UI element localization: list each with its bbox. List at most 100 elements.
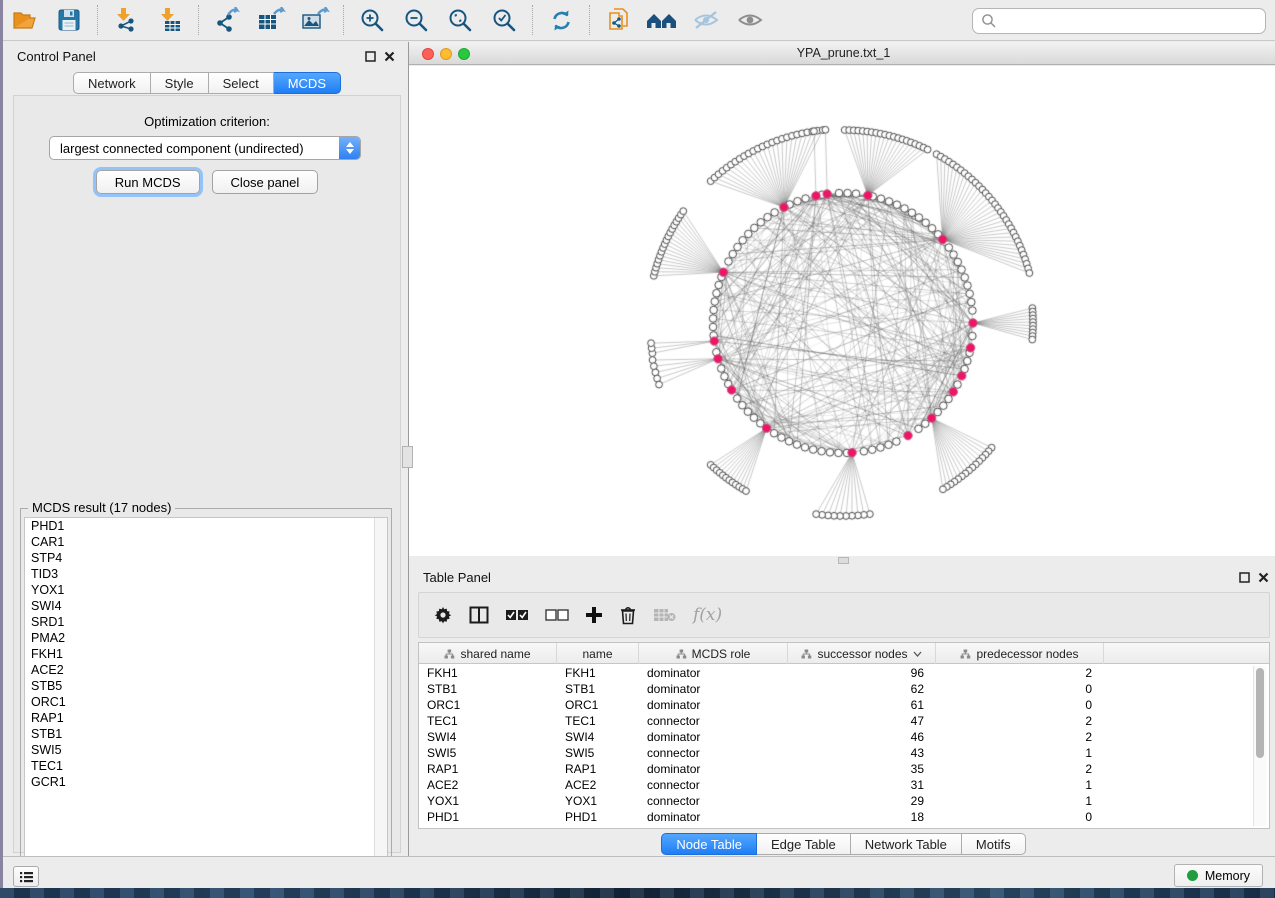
- zoom-fit-icon[interactable]: [443, 5, 477, 35]
- cell-predecessor_nodes[interactable]: 0: [936, 681, 1104, 697]
- mcds-result-item[interactable]: STB5: [25, 678, 387, 694]
- table-row-FKH1[interactable]: FKH1FKH1dominator962: [419, 665, 1269, 681]
- duplicate-network-icon[interactable]: [601, 5, 635, 35]
- cell-mcds_role[interactable]: connector: [639, 793, 788, 809]
- cell-name[interactable]: ACE2: [557, 777, 639, 793]
- cell-name[interactable]: RAP1: [557, 761, 639, 777]
- mcds-result-item[interactable]: YOX1: [25, 582, 387, 598]
- cell-predecessor_nodes[interactable]: 0: [936, 697, 1104, 713]
- table-tab-edge-table[interactable]: Edge Table: [757, 833, 851, 855]
- cell-shared_name[interactable]: RAP1: [419, 761, 557, 777]
- cell-mcds_role[interactable]: dominator: [639, 761, 788, 777]
- tab-network[interactable]: Network: [73, 72, 151, 94]
- search-input[interactable]: [1003, 14, 1265, 29]
- search-box[interactable]: [972, 8, 1266, 34]
- mcds-result-item[interactable]: ACE2: [25, 662, 387, 678]
- table-row-RAP1[interactable]: RAP1RAP1dominator352: [419, 761, 1269, 777]
- cell-mcds_role[interactable]: dominator: [639, 729, 788, 745]
- export-table-icon[interactable]: [254, 5, 288, 35]
- cell-predecessor_nodes[interactable]: 2: [936, 729, 1104, 745]
- table-row-SWI4[interactable]: SWI4SWI4dominator462: [419, 729, 1269, 745]
- zoom-in-icon[interactable]: [355, 5, 389, 35]
- cell-predecessor_nodes[interactable]: 2: [936, 713, 1104, 729]
- select-all-icon[interactable]: [505, 609, 529, 621]
- cell-mcds_role[interactable]: dominator: [639, 697, 788, 713]
- cell-predecessor_nodes[interactable]: 1: [936, 777, 1104, 793]
- cell-name[interactable]: STB1: [557, 681, 639, 697]
- cell-mcds_role[interactable]: dominator: [639, 665, 788, 681]
- table-row-SWI5[interactable]: SWI5SWI5connector431: [419, 745, 1269, 761]
- tab-mcds[interactable]: MCDS: [274, 72, 341, 94]
- network-window-titlebar[interactable]: YPA_prune.txt_1: [409, 42, 1275, 65]
- table-tab-node-table[interactable]: Node Table: [661, 833, 757, 855]
- show-panels-list-icon[interactable]: [13, 866, 39, 887]
- mcds-result-item[interactable]: TEC1: [25, 758, 387, 774]
- cell-shared_name[interactable]: ORC1: [419, 697, 557, 713]
- cell-successor_nodes[interactable]: 35: [788, 761, 936, 777]
- cell-predecessor_nodes[interactable]: 2: [936, 761, 1104, 777]
- mcds-result-item[interactable]: STB1: [25, 726, 387, 742]
- cell-name[interactable]: SWI5: [557, 745, 639, 761]
- table-row-PHD1[interactable]: PHD1PHD1dominator180: [419, 809, 1269, 825]
- cell-name[interactable]: SWI4: [557, 729, 639, 745]
- network-view[interactable]: [409, 66, 1275, 556]
- tab-select[interactable]: Select: [209, 72, 274, 94]
- cell-successor_nodes[interactable]: 96: [788, 665, 936, 681]
- close-table-panel-icon[interactable]: [1256, 570, 1270, 584]
- column-header-predecessor-nodes[interactable]: predecessor nodes: [936, 643, 1104, 664]
- mcds-result-item[interactable]: CAR1: [25, 534, 387, 550]
- cell-successor_nodes[interactable]: 46: [788, 729, 936, 745]
- cell-mcds_role[interactable]: dominator: [639, 681, 788, 697]
- memory-button[interactable]: Memory: [1174, 864, 1263, 887]
- cell-successor_nodes[interactable]: 61: [788, 697, 936, 713]
- delete-column-trash-icon[interactable]: [619, 605, 637, 625]
- cell-name[interactable]: PHD1: [557, 809, 639, 825]
- close-panel-icon[interactable]: [382, 49, 396, 63]
- save-icon[interactable]: [52, 5, 86, 35]
- refresh-icon[interactable]: [544, 5, 578, 35]
- mcds-result-item[interactable]: STP4: [25, 550, 387, 566]
- mcds-result-item[interactable]: PMA2: [25, 630, 387, 646]
- cell-name[interactable]: YOX1: [557, 793, 639, 809]
- mcds-result-item[interactable]: ORC1: [25, 694, 387, 710]
- cell-shared_name[interactable]: YOX1: [419, 793, 557, 809]
- table-tab-network-table[interactable]: Network Table: [851, 833, 962, 855]
- deselect-all-icon[interactable]: [545, 609, 569, 621]
- table-row-ORC1[interactable]: ORC1ORC1dominator610: [419, 697, 1269, 713]
- cell-successor_nodes[interactable]: 43: [788, 745, 936, 761]
- table-tab-motifs[interactable]: Motifs: [962, 833, 1026, 855]
- zoom-selected-icon[interactable]: [487, 5, 521, 35]
- float-panel-icon[interactable]: [363, 49, 377, 63]
- mcds-result-item[interactable]: GCR1: [25, 774, 387, 790]
- export-image-icon[interactable]: [298, 5, 332, 35]
- close-panel-button[interactable]: Close panel: [212, 170, 319, 194]
- table-row-TEC1[interactable]: TEC1TEC1connector472: [419, 713, 1269, 729]
- cell-shared_name[interactable]: SWI4: [419, 729, 557, 745]
- run-mcds-button[interactable]: Run MCDS: [96, 170, 200, 194]
- column-header-name[interactable]: name: [557, 643, 639, 664]
- table-row-ACE2[interactable]: ACE2ACE2connector311: [419, 777, 1269, 793]
- open-file-icon[interactable]: [8, 5, 42, 35]
- cell-shared_name[interactable]: TEC1: [419, 713, 557, 729]
- cell-mcds_role[interactable]: connector: [639, 777, 788, 793]
- cell-name[interactable]: TEC1: [557, 713, 639, 729]
- column-header-MCDS-role[interactable]: MCDS role: [639, 643, 788, 664]
- horizontal-splitter-grip[interactable]: [838, 557, 849, 564]
- cell-successor_nodes[interactable]: 31: [788, 777, 936, 793]
- list-scrollbar[interactable]: [374, 518, 387, 875]
- show-all-eye-icon[interactable]: [733, 5, 767, 35]
- show-columns-icon[interactable]: [469, 606, 489, 624]
- cell-successor_nodes[interactable]: 47: [788, 713, 936, 729]
- mcds-result-item[interactable]: PHD1: [25, 518, 387, 534]
- cell-successor_nodes[interactable]: 29: [788, 793, 936, 809]
- cell-shared_name[interactable]: STB1: [419, 681, 557, 697]
- zoom-out-icon[interactable]: [399, 5, 433, 35]
- import-table-icon[interactable]: [153, 5, 187, 35]
- cell-mcds_role[interactable]: connector: [639, 713, 788, 729]
- add-column-icon[interactable]: [585, 606, 603, 624]
- mcds-result-item[interactable]: RAP1: [25, 710, 387, 726]
- mcds-result-item[interactable]: TID3: [25, 566, 387, 582]
- cell-shared_name[interactable]: SWI5: [419, 745, 557, 761]
- mcds-result-item[interactable]: FKH1: [25, 646, 387, 662]
- criterion-dropdown[interactable]: largest connected component (undirected): [49, 136, 361, 160]
